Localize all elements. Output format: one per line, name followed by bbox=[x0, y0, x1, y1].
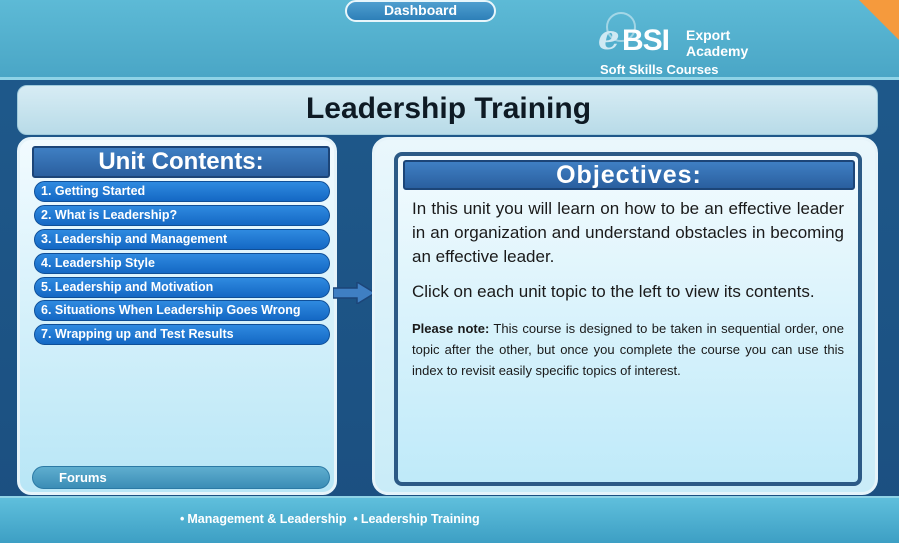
unit-item-getting-started[interactable]: 1. Getting Started bbox=[34, 181, 330, 202]
unit-item-situations-wrong[interactable]: 6. Situations When Leadership Goes Wrong bbox=[34, 300, 330, 322]
bullet-icon: • bbox=[353, 512, 358, 526]
corner-fold-decoration bbox=[859, 0, 899, 40]
right-arrow-icon bbox=[333, 282, 375, 304]
logo-bsi: BSI bbox=[622, 24, 670, 57]
logo-subtitle: Soft Skills Courses bbox=[600, 62, 719, 77]
objectives-heading: Objectives: bbox=[403, 160, 855, 190]
top-banner: Dashboard e BSI Export Academy Soft Skil… bbox=[0, 0, 899, 80]
logo-export: Export bbox=[686, 27, 731, 43]
objectives-body: In this unit you will learn on how to be… bbox=[412, 197, 844, 381]
page-title: Leadership Training bbox=[305, 92, 592, 125]
unit-contents-heading: Unit Contents: bbox=[32, 146, 330, 178]
bullet-icon: • bbox=[180, 512, 185, 526]
note-label: Please note: bbox=[412, 321, 490, 336]
unit-list: 1. Getting Started 2. What is Leadership… bbox=[34, 181, 330, 348]
unit-contents-panel: Unit Contents: 1. Getting Started 2. Wha… bbox=[17, 137, 337, 495]
course-page: Dashboard e BSI Export Academy Soft Skil… bbox=[0, 0, 899, 543]
objectives-box: Objectives: In this unit you will learn … bbox=[394, 152, 862, 486]
ebsi-logo: e BSI Export Academy Soft Skills Courses bbox=[598, 10, 768, 80]
objectives-paragraph-1: In this unit you will learn on how to be… bbox=[412, 199, 844, 266]
title-bar: Leadership Training bbox=[17, 85, 878, 135]
unit-item-what-is-leadership[interactable]: 2. What is Leadership? bbox=[34, 204, 330, 226]
unit-item-leadership-and-management[interactable]: 3. Leadership and Management bbox=[34, 228, 330, 250]
objectives-note: Please note: This course is designed to … bbox=[412, 318, 844, 381]
breadcrumb-leadership-training[interactable]: Leadership Training bbox=[361, 512, 480, 526]
unit-item-leadership-style[interactable]: 4. Leadership Style bbox=[34, 252, 330, 274]
forums-button[interactable]: Forums bbox=[32, 466, 330, 489]
unit-item-wrapping-up[interactable]: 7. Wrapping up and Test Results bbox=[34, 324, 330, 346]
unit-item-leadership-and-motivation[interactable]: 5. Leadership and Motivation bbox=[34, 276, 330, 298]
dashboard-button[interactable]: Dashboard bbox=[345, 0, 496, 22]
footer-bar: • Management & Leadership • Leadership Tra… bbox=[0, 496, 899, 543]
objectives-paragraph-2: Click on each unit topic to the left to … bbox=[412, 282, 815, 301]
breadcrumb-management-leadership[interactable]: Management & Leadership bbox=[187, 512, 346, 526]
logo-academy: Academy bbox=[686, 43, 749, 59]
logo-e: e bbox=[598, 18, 620, 58]
breadcrumb: • Management & Leadership • Leadership Tra… bbox=[180, 512, 480, 526]
objectives-panel: Objectives: In this unit you will learn … bbox=[372, 137, 878, 495]
